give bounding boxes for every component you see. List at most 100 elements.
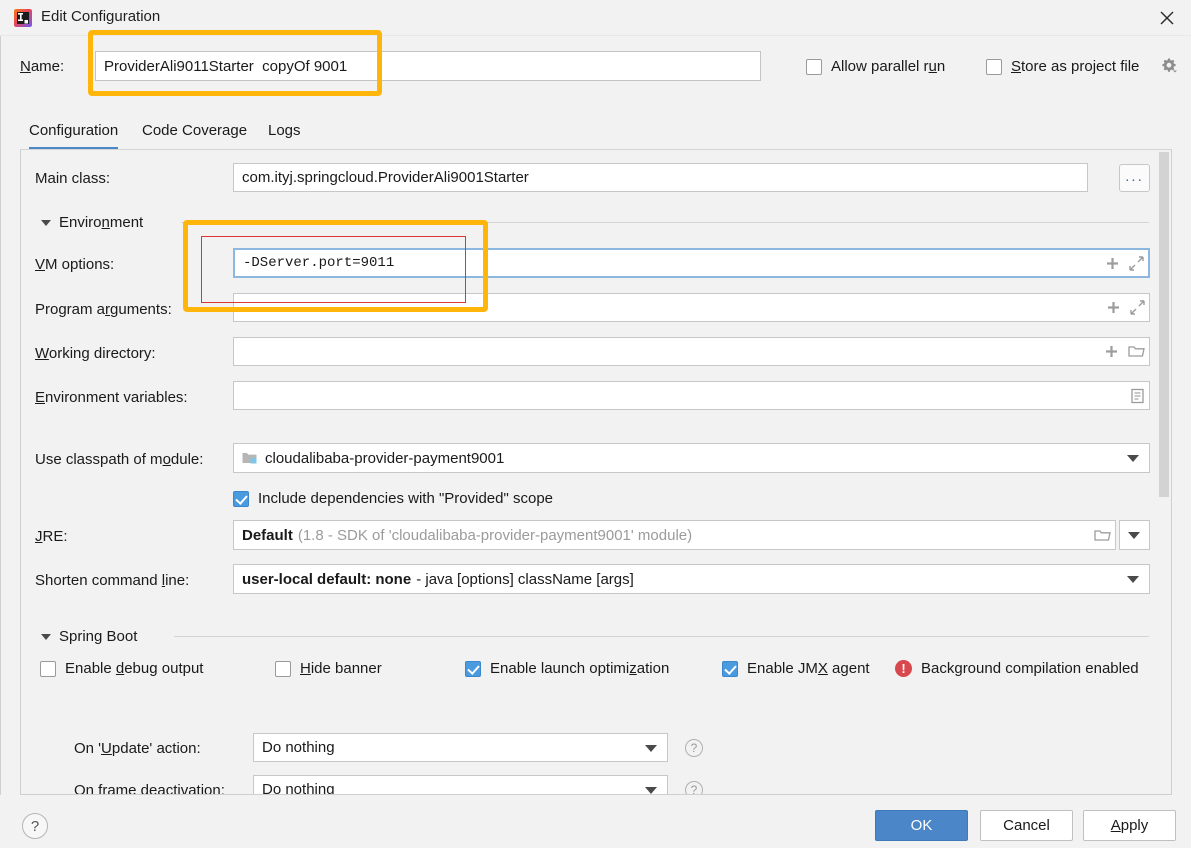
program-arguments-label: Program arguments: bbox=[35, 301, 172, 318]
store-as-project-file-label: Store as project file bbox=[1011, 58, 1140, 75]
vm-options-field-icons bbox=[1105, 250, 1144, 276]
main-class-value: com.ityj.springcloud.ProviderAli9001Star… bbox=[242, 169, 529, 186]
environment-section-divider bbox=[181, 222, 1149, 223]
hide-banner-label: Hide banner bbox=[300, 660, 382, 677]
hide-banner-checkbox[interactable] bbox=[275, 660, 291, 677]
form-scrollbar-track[interactable] bbox=[1158, 150, 1171, 794]
vm-options-value: -DServer.port=9011 bbox=[243, 255, 395, 271]
name-label: Name: bbox=[20, 58, 65, 75]
jre-dropdown-button[interactable] bbox=[1119, 520, 1150, 550]
on-update-action-help-icon[interactable]: ? bbox=[685, 739, 703, 757]
on-frame-deactivation-label: On frame deactivation: bbox=[74, 782, 225, 795]
shorten-command-line-value: user-local default: none bbox=[242, 570, 412, 588]
include-provided-scope-label: Include dependencies with "Provided" sco… bbox=[258, 490, 554, 507]
plus-icon[interactable] bbox=[1105, 256, 1120, 271]
jre-label: JRE: bbox=[35, 528, 68, 545]
enable-launch-optimization-checkbox-row[interactable]: Enable launch optimization bbox=[465, 660, 669, 677]
enable-debug-output-checkbox[interactable] bbox=[40, 660, 56, 677]
chevron-down-icon[interactable] bbox=[1127, 576, 1139, 583]
environment-section-label: Environment bbox=[59, 214, 144, 231]
chevron-down-icon[interactable] bbox=[1127, 455, 1139, 462]
background-compilation-label: Background compilation enabled bbox=[921, 660, 1139, 677]
document-icon[interactable] bbox=[1130, 388, 1145, 404]
gear-icon[interactable] bbox=[1160, 57, 1178, 75]
on-frame-deactivation-help-icon[interactable]: ? bbox=[685, 781, 703, 794]
enable-jmx-agent-checkbox-row[interactable]: Enable JMX agent bbox=[722, 660, 870, 677]
working-directory-label: Working directory: bbox=[35, 345, 156, 362]
module-icon bbox=[242, 453, 257, 464]
background-compilation-status: ! Background compilation enabled bbox=[895, 660, 1139, 677]
chevron-down-icon[interactable] bbox=[41, 219, 51, 226]
jre-field[interactable]: Default (1.8 - SDK of 'cloudalibaba-prov… bbox=[233, 520, 1116, 550]
working-directory-field-icons bbox=[1104, 338, 1145, 365]
use-classpath-of-module-combo[interactable]: cloudalibaba-provider-payment9001 bbox=[233, 443, 1150, 473]
include-provided-scope-checkbox[interactable] bbox=[233, 490, 249, 507]
tab-bar: Configuration Code Coverage Logs bbox=[20, 119, 1172, 150]
on-frame-deactivation-combo[interactable]: Do nothing bbox=[253, 775, 668, 795]
enable-jmx-agent-label: Enable JMX agent bbox=[747, 660, 870, 677]
hide-banner-checkbox-row[interactable]: Hide banner bbox=[275, 660, 382, 677]
window-title: Edit Configuration bbox=[41, 8, 161, 25]
intellij-idea-icon bbox=[14, 9, 32, 27]
on-update-action-label: On 'Update' action: bbox=[74, 740, 201, 757]
on-update-action-combo[interactable]: Do nothing bbox=[253, 733, 668, 762]
form-scrollbar-thumb[interactable] bbox=[1159, 152, 1169, 497]
expand-icon[interactable] bbox=[1130, 300, 1145, 315]
chevron-down-icon[interactable] bbox=[41, 633, 51, 640]
enable-launch-optimization-checkbox[interactable] bbox=[465, 660, 481, 677]
spring-boot-section-label: Spring Boot bbox=[59, 628, 138, 645]
name-input[interactable] bbox=[95, 51, 761, 81]
jre-field-icons bbox=[1094, 521, 1111, 549]
apply-button[interactable]: Apply bbox=[1083, 810, 1176, 841]
folder-icon[interactable] bbox=[1094, 528, 1111, 543]
working-directory-field[interactable] bbox=[233, 337, 1150, 366]
use-classpath-of-module-label: Use classpath of module: bbox=[35, 451, 204, 468]
main-class-field[interactable]: com.ityj.springcloud.ProviderAli9001Star… bbox=[233, 163, 1088, 192]
on-update-action-value: Do nothing bbox=[262, 739, 335, 756]
include-provided-scope-checkbox-row[interactable]: Include dependencies with "Provided" sco… bbox=[233, 490, 553, 507]
vm-options-label: VM options: bbox=[35, 256, 115, 273]
shorten-command-line-combo[interactable]: user-local default: none - java [options… bbox=[233, 564, 1150, 594]
close-icon[interactable] bbox=[1143, 0, 1191, 36]
jre-value: Default bbox=[242, 526, 293, 544]
folder-icon[interactable] bbox=[1128, 344, 1145, 359]
vm-options-field[interactable]: -DServer.port=9011 bbox=[233, 248, 1150, 278]
edit-configuration-dialog: Edit Configuration Name: Allow parallel … bbox=[0, 0, 1191, 848]
enable-debug-output-label: Enable debug output bbox=[65, 660, 204, 677]
use-classpath-of-module-value: cloudalibaba-provider-payment9001 bbox=[265, 449, 505, 467]
spring-boot-section-header[interactable]: Spring Boot bbox=[41, 628, 137, 645]
chevron-down-icon[interactable] bbox=[1128, 532, 1140, 539]
help-button[interactable]: ? bbox=[22, 813, 48, 839]
error-icon: ! bbox=[895, 660, 912, 677]
chevron-down-icon[interactable] bbox=[645, 744, 657, 752]
enable-debug-output-checkbox-row[interactable]: Enable debug output bbox=[40, 660, 203, 677]
environment-section-header[interactable]: Environment bbox=[41, 214, 143, 231]
enable-launch-optimization-label: Enable launch optimization bbox=[490, 660, 670, 677]
enable-jmx-agent-checkbox[interactable] bbox=[722, 660, 738, 677]
shorten-command-line-hint: - java [options] className [args] bbox=[416, 570, 634, 588]
chevron-down-icon[interactable] bbox=[645, 786, 657, 794]
cancel-button[interactable]: Cancel bbox=[980, 810, 1073, 841]
store-as-project-file-checkbox[interactable] bbox=[986, 58, 1002, 75]
title-bar: Edit Configuration bbox=[0, 0, 1191, 36]
store-as-project-file-checkbox-row[interactable]: Store as project file bbox=[986, 58, 1139, 75]
plus-icon[interactable] bbox=[1106, 300, 1121, 315]
program-arguments-field-icons bbox=[1106, 294, 1145, 321]
environment-variables-field[interactable] bbox=[233, 381, 1150, 410]
plus-icon[interactable] bbox=[1104, 344, 1119, 359]
jre-value-hint: (1.8 - SDK of 'cloudalibaba-provider-pay… bbox=[297, 526, 693, 544]
program-arguments-field[interactable] bbox=[233, 293, 1150, 322]
ok-button[interactable]: OK bbox=[875, 810, 968, 841]
spring-boot-section-divider bbox=[174, 636, 1149, 637]
environment-variables-field-icons bbox=[1130, 382, 1145, 409]
tab-code-coverage[interactable]: Code Coverage bbox=[142, 119, 247, 150]
tab-logs[interactable]: Logs bbox=[268, 119, 301, 150]
tab-configuration[interactable]: Configuration bbox=[29, 119, 119, 150]
dialog-left-edge bbox=[0, 36, 1, 796]
main-class-browse-button[interactable]: ... bbox=[1119, 164, 1150, 192]
allow-parallel-run-checkbox[interactable] bbox=[806, 58, 822, 75]
expand-icon[interactable] bbox=[1129, 255, 1144, 271]
allow-parallel-run-checkbox-row[interactable]: Allow parallel run bbox=[806, 58, 945, 75]
main-class-label: Main class: bbox=[35, 170, 111, 187]
on-frame-deactivation-value: Do nothing bbox=[262, 781, 335, 795]
